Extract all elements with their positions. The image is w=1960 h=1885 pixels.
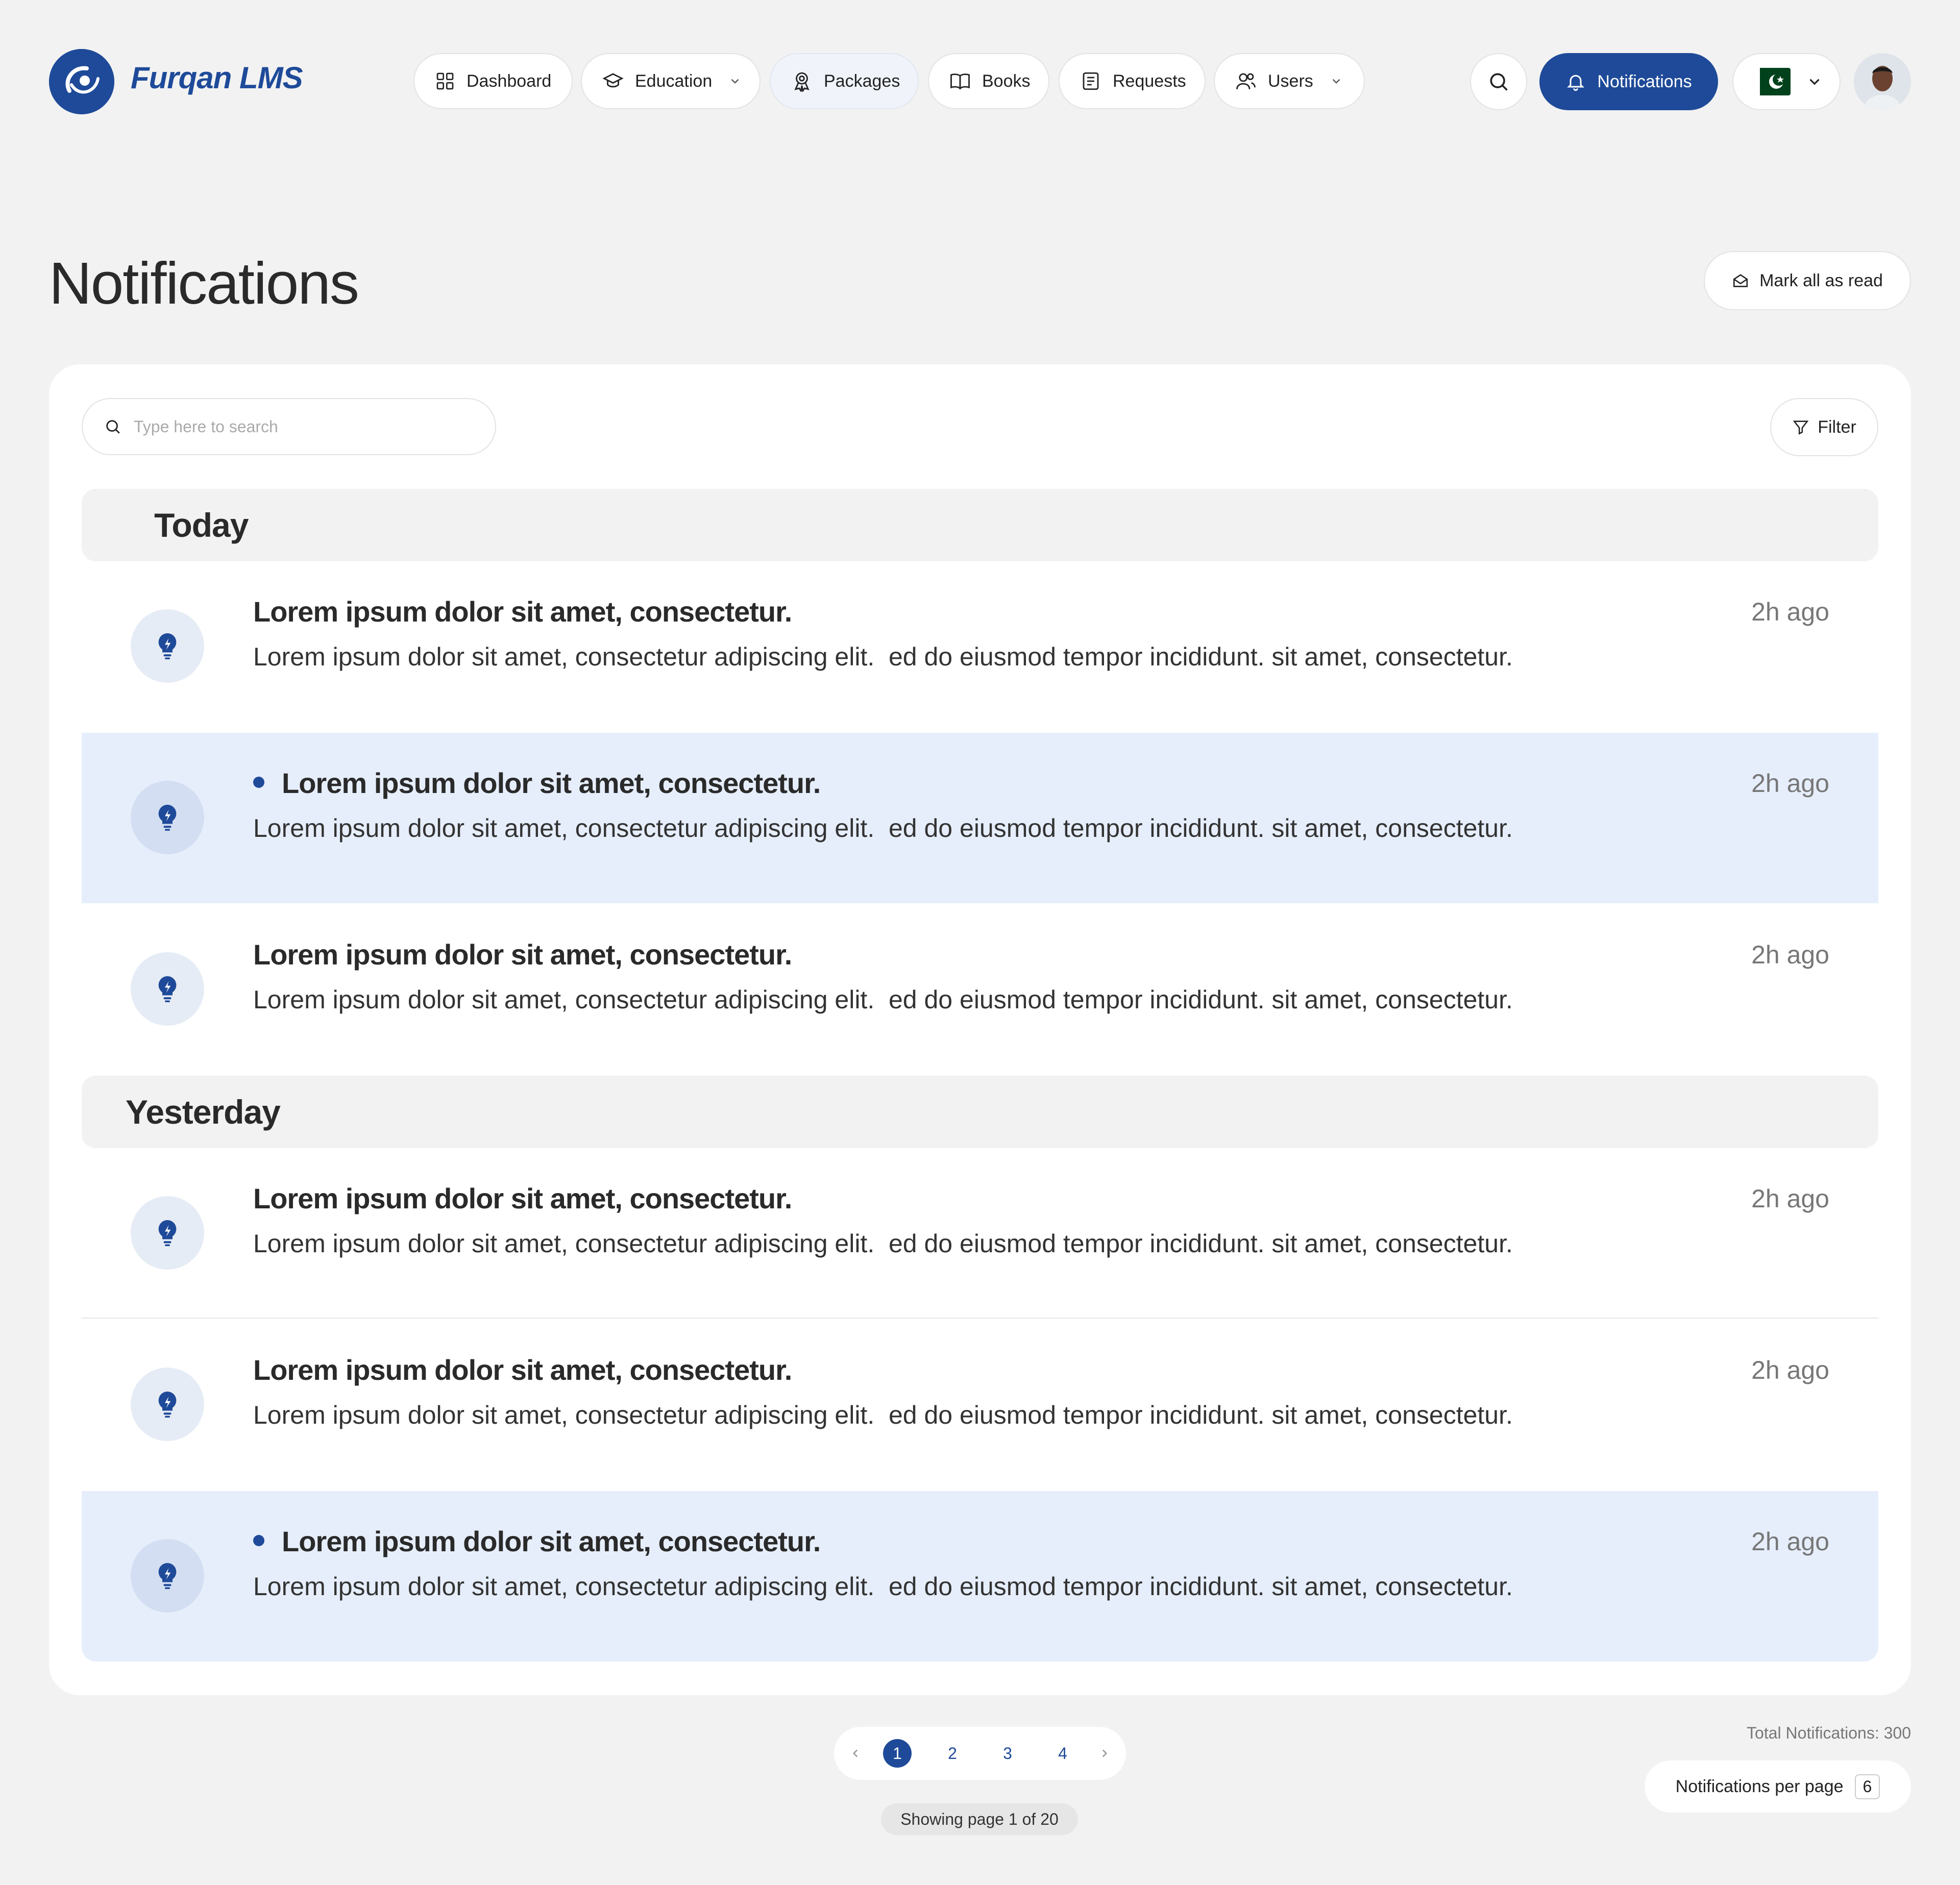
notification-body: Lorem ipsum dolor sit amet, consectetur …: [253, 1401, 1513, 1429]
lightbulb-icon: [131, 1196, 204, 1270]
mark-all-read-button[interactable]: Mark all as read: [1704, 251, 1911, 310]
nav-label: Education: [635, 71, 713, 91]
search-button[interactable]: [1470, 53, 1527, 110]
language-selector[interactable]: [1732, 53, 1841, 110]
notification-time: 2h ago: [1751, 769, 1829, 798]
nav-label: Books: [982, 71, 1031, 91]
nav-label: Requests: [1113, 71, 1186, 91]
page-button-4[interactable]: 4: [1035, 1744, 1090, 1763]
notifications-button-label: Notifications: [1597, 71, 1692, 91]
notification-time: 2h ago: [1751, 1184, 1829, 1213]
mark-all-read-label: Mark all as read: [1759, 270, 1883, 290]
avatar[interactable]: [1854, 53, 1911, 110]
chevron-right-icon[interactable]: [1090, 1747, 1119, 1760]
nav-item-dashboard[interactable]: Dashboard: [413, 53, 573, 109]
notification-body: Lorem ipsum dolor sit amet, consectetur …: [253, 1229, 1513, 1258]
logo-icon: [49, 49, 114, 114]
notification-row[interactable]: Lorem ipsum dolor sit amet, consectetur.…: [82, 904, 1878, 1075]
lightbulb-icon: [131, 1539, 204, 1613]
notification-body: Lorem ipsum dolor sit amet, consectetur …: [253, 1572, 1513, 1601]
grid-icon: [435, 71, 455, 91]
book-open-icon: [949, 70, 971, 92]
notification-title: Lorem ipsum dolor sit amet, consectetur.: [253, 1182, 792, 1214]
lightbulb-icon: [131, 952, 204, 1026]
chevron-down-icon: [1330, 75, 1343, 88]
notification-time: 2h ago: [1751, 1356, 1829, 1384]
nav-label: Users: [1268, 71, 1313, 91]
notification-row-unread[interactable]: Lorem ipsum dolor sit amet, consectetur.…: [82, 733, 1878, 903]
per-page-value[interactable]: 6: [1854, 1774, 1880, 1799]
nav-label: Packages: [824, 71, 900, 91]
notification-title: Lorem ipsum dolor sit amet, consectetur.: [253, 938, 792, 971]
group-header-today: Today: [82, 489, 1878, 561]
filter-label: Filter: [1818, 417, 1856, 437]
lightbulb-icon: [131, 1368, 204, 1441]
lightbulb-icon: [131, 609, 204, 683]
total-notifications: Total Notifications: 300: [1747, 1724, 1911, 1742]
envelope-open-icon: [1732, 272, 1749, 289]
pakistan-flag-icon: [1750, 68, 1791, 95]
search-icon: [104, 418, 121, 435]
nav-item-requests[interactable]: Requests: [1059, 53, 1206, 109]
award-icon: [791, 70, 813, 92]
notifications-button[interactable]: Notifications: [1539, 53, 1718, 110]
notification-body: Lorem ipsum dolor sit amet, consectetur …: [253, 814, 1513, 842]
page-button-1[interactable]: 1: [870, 1739, 925, 1768]
search-field[interactable]: [82, 398, 496, 455]
notification-title: Lorem ipsum dolor sit amet, consectetur.: [253, 596, 792, 628]
notification-title: Lorem ipsum dolor sit amet, consectetur.: [282, 1525, 821, 1557]
filter-icon: [1792, 418, 1809, 436]
notification-row[interactable]: Lorem ipsum dolor sit amet, consectetur.…: [82, 1320, 1878, 1490]
lightbulb-icon: [131, 781, 204, 854]
notification-title-wrap: Lorem ipsum dolor sit amet, consectetur.: [253, 1525, 821, 1558]
nav-item-education[interactable]: Education: [581, 53, 761, 109]
group-label: Yesterday: [126, 1093, 281, 1131]
notification-time: 2h ago: [1751, 598, 1829, 626]
per-page-selector[interactable]: Notifications per page 6: [1645, 1760, 1911, 1813]
notification-row[interactable]: Lorem ipsum dolor sit amet, consectetur.…: [82, 1148, 1878, 1319]
notification-row-unread[interactable]: Lorem ipsum dolor sit amet, consectetur.…: [82, 1491, 1878, 1661]
app-name: Furqan LMS: [131, 61, 303, 95]
nav-item-books[interactable]: Books: [928, 53, 1049, 109]
page-button-3[interactable]: 3: [980, 1744, 1035, 1763]
per-page-label: Notifications per page: [1675, 1776, 1844, 1796]
nav-item-users[interactable]: Users: [1214, 53, 1365, 109]
page-title: Notifications: [49, 250, 359, 316]
page-status: Showing page 1 of 20: [881, 1803, 1078, 1835]
nav-item-packages[interactable]: Packages: [770, 53, 919, 109]
filter-button[interactable]: Filter: [1770, 398, 1878, 456]
chevron-left-icon[interactable]: [841, 1747, 870, 1760]
notification-row[interactable]: Lorem ipsum dolor sit amet, consectetur.…: [82, 561, 1878, 732]
chevron-down-icon: [1806, 73, 1823, 90]
group-header-yesterday: Yesterday: [82, 1076, 1878, 1148]
bell-icon: [1565, 71, 1586, 92]
notification-title-wrap: Lorem ipsum dolor sit amet, consectetur.: [253, 766, 821, 800]
notification-time: 2h ago: [1751, 940, 1829, 969]
notification-time: 2h ago: [1751, 1527, 1829, 1556]
page-button-2[interactable]: 2: [925, 1744, 980, 1763]
nav-label: Dashboard: [467, 71, 552, 91]
search-input[interactable]: [133, 416, 461, 437]
document-icon: [1080, 70, 1101, 92]
notification-title: Lorem ipsum dolor sit amet, consectetur.: [253, 1354, 792, 1386]
pagination: 1 2 3 4: [834, 1727, 1126, 1780]
group-label: Today: [154, 506, 249, 544]
page-number: 1: [883, 1739, 912, 1768]
graduation-cap-icon: [602, 70, 624, 92]
unread-dot: [253, 1535, 264, 1547]
notification-title: Lorem ipsum dolor sit amet, consectetur.: [282, 767, 821, 799]
chevron-down-icon: [728, 75, 742, 88]
unread-dot: [253, 777, 264, 788]
search-icon: [1487, 70, 1510, 93]
notification-body: Lorem ipsum dolor sit amet, consectetur …: [253, 642, 1513, 671]
notification-body: Lorem ipsum dolor sit amet, consectetur …: [253, 985, 1513, 1014]
users-icon: [1235, 70, 1257, 92]
